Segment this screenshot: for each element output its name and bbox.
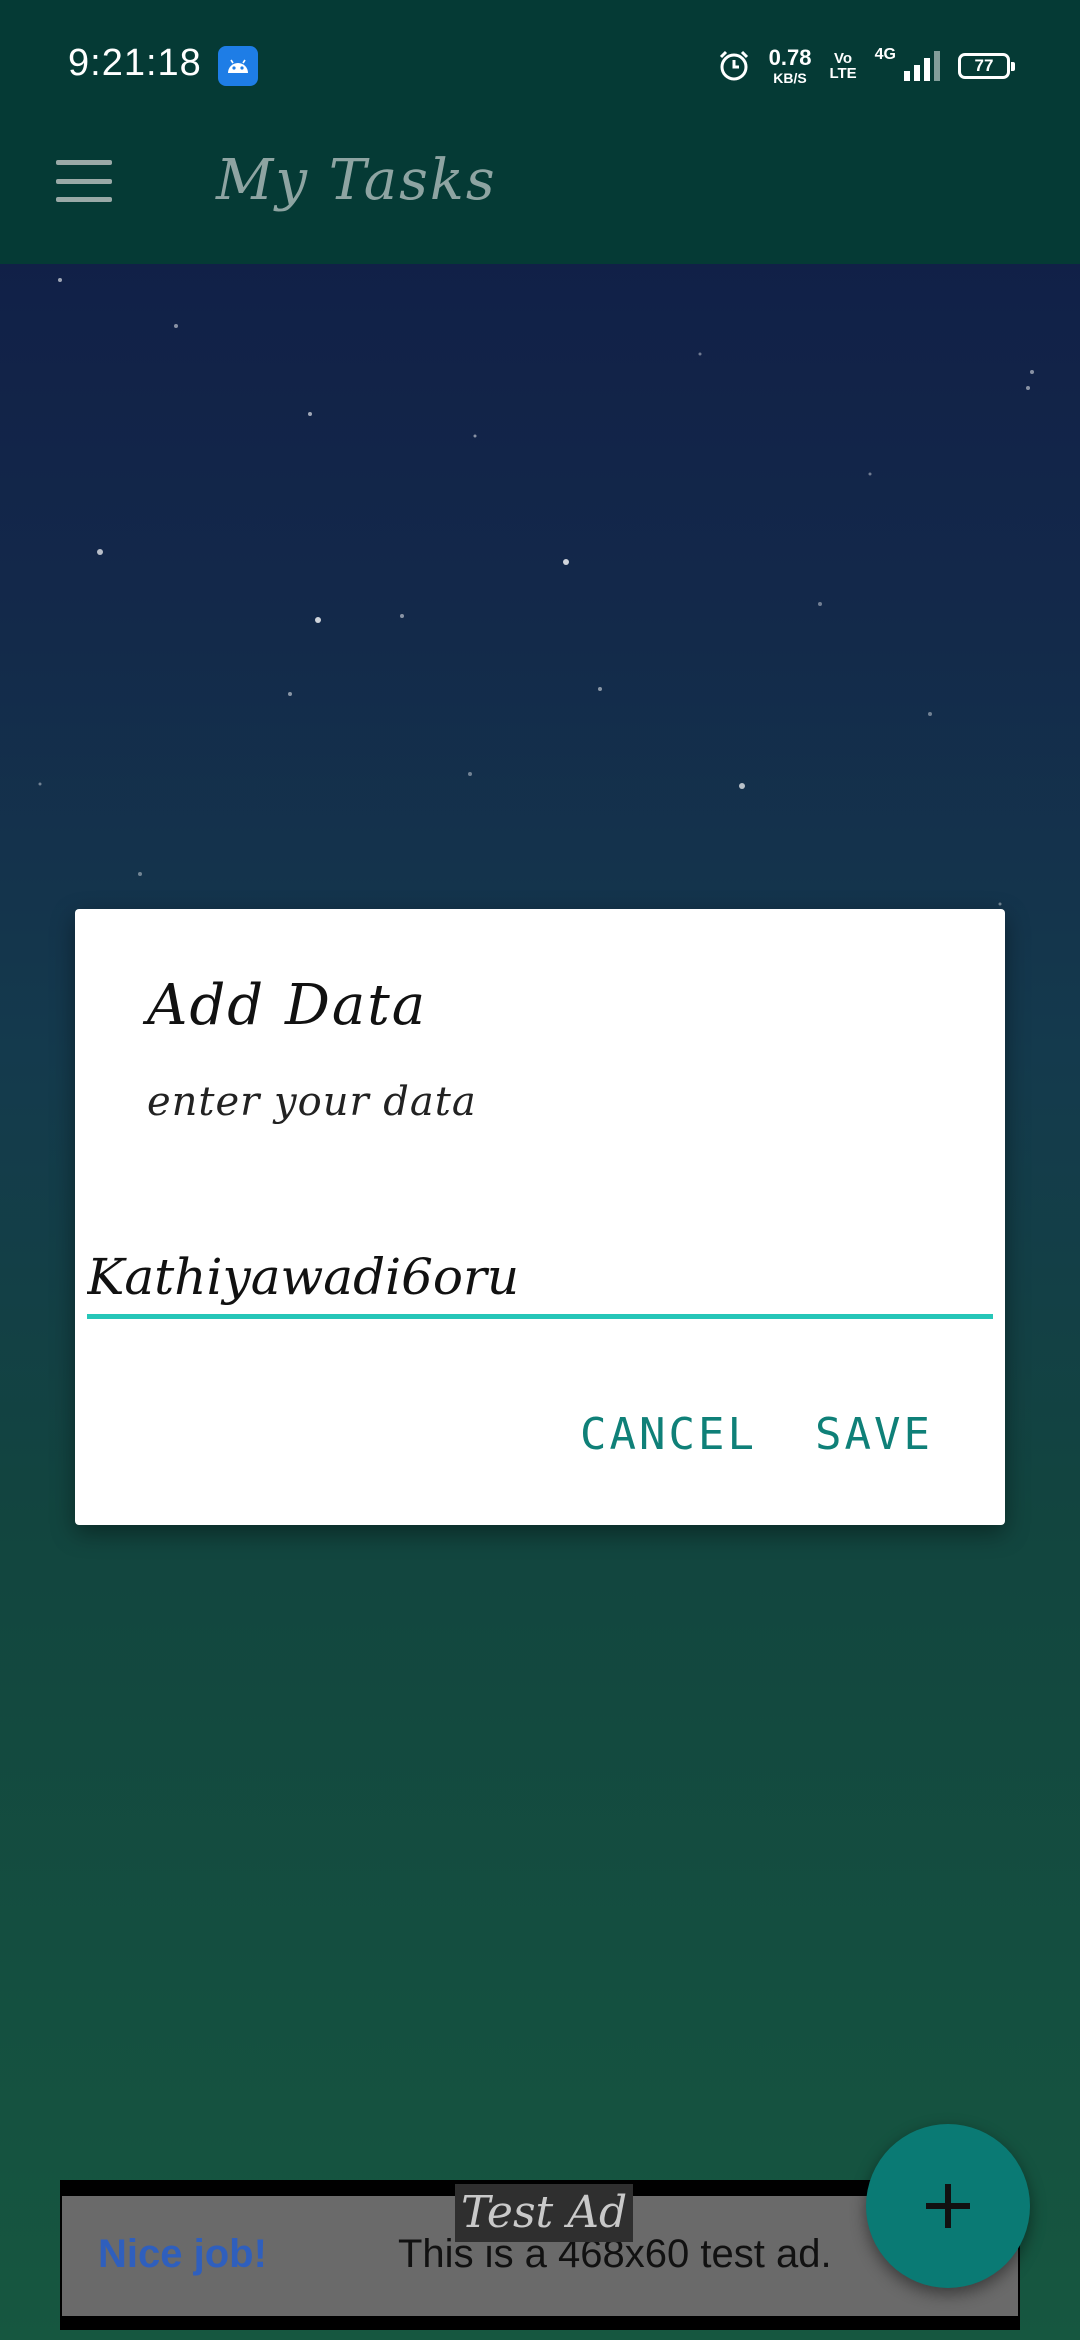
- add-task-button[interactable]: [866, 2124, 1030, 2288]
- test-ad-label: Test Ad: [455, 2184, 634, 2242]
- battery-level: 77: [974, 56, 994, 75]
- volte-indicator: Vo LTE: [829, 51, 856, 81]
- plus-icon: [926, 2184, 970, 2228]
- status-time: 9:21:18: [68, 42, 202, 84]
- app-title: My Tasks: [216, 148, 497, 213]
- ad-nice-job[interactable]: Nice job!: [98, 2232, 267, 2277]
- status-bar: 9:21:18 0.78 KB/S Vo LTE 4G 77: [0, 0, 1080, 132]
- volte-line1: Vo: [834, 50, 853, 67]
- network-type: 4G: [874, 46, 896, 63]
- data-input[interactable]: [87, 1239, 993, 1319]
- network-speed: 0.78 KB/S: [768, 45, 812, 86]
- hamburger-menu-icon[interactable]: [56, 160, 112, 202]
- battery-icon: 77: [958, 53, 1015, 79]
- signal-icon: [904, 51, 940, 81]
- android-app-icon: [218, 46, 258, 86]
- add-data-dialog: Add Data enter your data CANCEL SAVE: [75, 909, 1005, 1525]
- status-icons: 0.78 KB/S Vo LTE 4G 77: [717, 44, 1015, 88]
- cancel-button[interactable]: CANCEL: [580, 1409, 757, 1460]
- network-speed-unit: KB/S: [773, 70, 807, 86]
- app-bar: [0, 132, 1080, 264]
- dialog-title: Add Data: [147, 973, 428, 1038]
- volte-line2: LTE: [829, 65, 857, 82]
- dialog-message: enter your data: [147, 1079, 477, 1125]
- alarm-icon: [719, 50, 748, 81]
- network-speed-value: 0.78: [768, 45, 812, 70]
- save-button[interactable]: SAVE: [815, 1409, 933, 1460]
